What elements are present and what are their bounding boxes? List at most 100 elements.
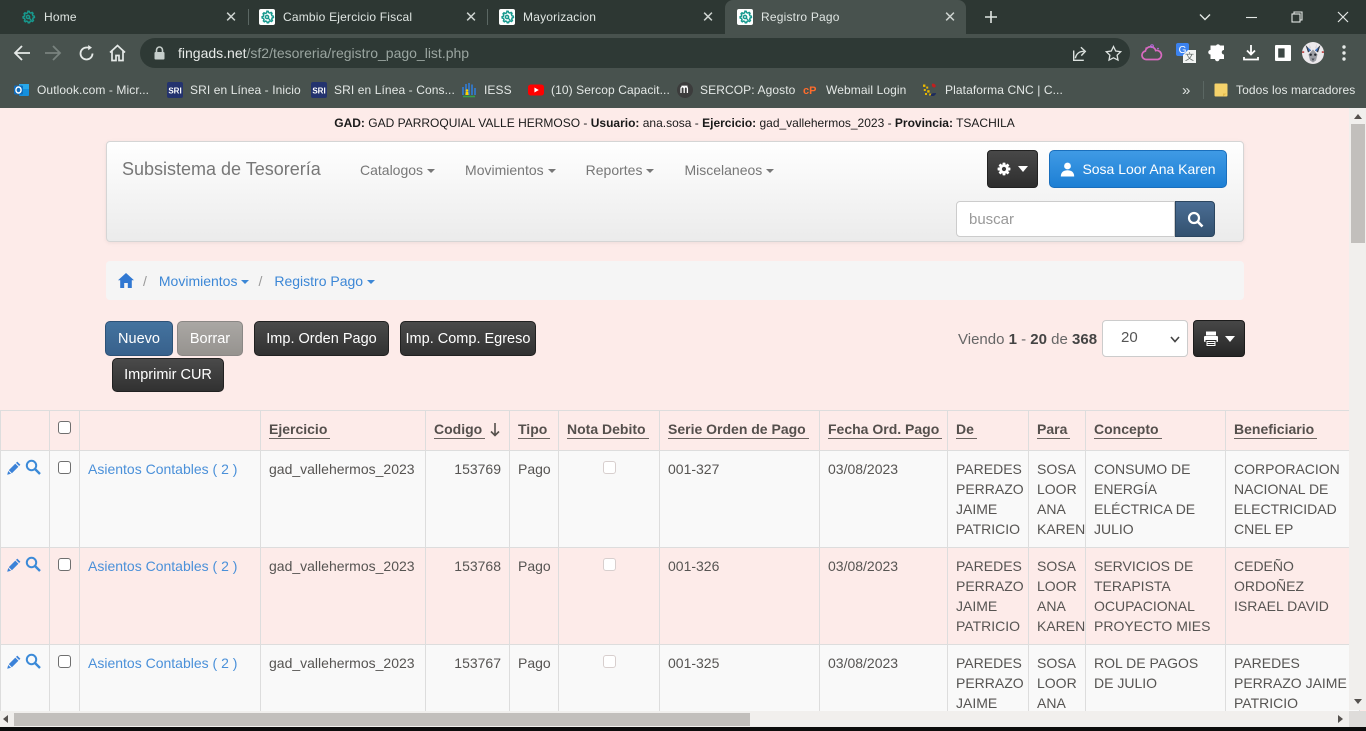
window-close-button[interactable] — [1320, 0, 1366, 34]
col-header-fecha[interactable]: Fecha Ord. Pago — [820, 411, 948, 451]
col-header-codigo[interactable]: Codigo — [426, 411, 510, 451]
col-header-serie[interactable]: Serie Orden de Pago — [660, 411, 820, 451]
address-bar[interactable]: fingads.net/sf2/tesoreria/registro_pago_… — [140, 38, 1130, 68]
view-magnifier-icon[interactable] — [25, 459, 41, 475]
ejercicio-value: gad_vallehermos_2023 - — [756, 116, 895, 130]
scroll-down-arrow[interactable] — [1354, 699, 1362, 704]
bookmark-plataforma-cnc[interactable]: Plataforma CNC | C... — [922, 72, 1063, 108]
horizontal-scrollbar[interactable] — [0, 711, 1349, 727]
bookmark-sri-inicio[interactable]: SRI SRI en Línea - Inicio — [167, 72, 301, 108]
share-icon[interactable] — [1065, 37, 1097, 69]
borrar-button[interactable]: Borrar — [177, 321, 243, 356]
bookmark-sri-consultas[interactable]: SRI SRI en Línea - Cons... — [311, 72, 455, 108]
new-tab-button[interactable] — [977, 3, 1005, 31]
breadcrumb-registro-pago[interactable]: Registro Pago — [274, 273, 375, 289]
search-button[interactable] — [1175, 201, 1215, 237]
window-chevron-button[interactable] — [1182, 0, 1228, 34]
sort-link-ejercicio[interactable]: Ejercicio — [269, 421, 330, 439]
imp-orden-pago-button[interactable]: Imp. Orden Pago — [254, 321, 389, 356]
asientos-contables-link[interactable]: Asientos Contables ( 2 ) — [88, 461, 237, 477]
reload-button[interactable] — [70, 37, 102, 69]
home-button[interactable] — [101, 37, 133, 69]
nav-miscelaneos[interactable]: Miscelaneos — [669, 142, 789, 202]
nota-debito-checkbox[interactable] — [603, 558, 616, 571]
tab-close-icon[interactable]: ✕ — [942, 9, 958, 25]
sort-link-concepto[interactable]: Concepto — [1094, 421, 1162, 439]
breadcrumb-movimientos[interactable]: Movimientos — [159, 273, 250, 289]
tab-close-icon[interactable]: ✕ — [700, 9, 716, 25]
edit-pencil-icon[interactable] — [7, 460, 22, 475]
sidebar-icon[interactable] — [1267, 37, 1299, 69]
asientos-contables-link[interactable]: Asientos Contables ( 2 ) — [88, 558, 237, 574]
row-checkbox[interactable] — [58, 655, 71, 668]
bookmark-sercop-youtube[interactable]: (10) Sercop Capacit... — [528, 72, 670, 108]
browser-menu-icon[interactable] — [1328, 37, 1360, 69]
forward-button[interactable] — [37, 37, 69, 69]
col-header-nota[interactable]: Nota Debito — [559, 411, 660, 451]
nota-debito-checkbox[interactable] — [603, 655, 616, 668]
extensions-puzzle-icon[interactable] — [1202, 37, 1234, 69]
row-checkbox[interactable] — [58, 558, 71, 571]
edit-pencil-icon[interactable] — [7, 654, 22, 669]
tab-close-icon[interactable]: ✕ — [223, 9, 239, 25]
nav-catalogos[interactable]: Catalogos — [345, 142, 450, 202]
profile-avatar[interactable] — [1297, 37, 1329, 69]
sort-link-de[interactable]: De — [956, 421, 977, 439]
sort-link-tipo[interactable]: Tipo — [518, 421, 550, 439]
sort-link-nota[interactable]: Nota Debito — [567, 421, 649, 439]
bookmark-webmail[interactable]: cP Webmail Login — [803, 72, 906, 108]
col-header-ejercicio[interactable]: Ejercicio — [261, 411, 426, 451]
vertical-scroll-thumb[interactable] — [1351, 124, 1365, 243]
edit-pencil-icon[interactable] — [7, 557, 22, 572]
bookmark-outlook[interactable]: Outlook.com - Micr... — [14, 72, 149, 108]
bookmarks-overflow-chevron[interactable]: » — [1182, 72, 1190, 108]
bookmark-star-icon[interactable] — [1097, 37, 1129, 69]
nota-debito-checkbox[interactable] — [603, 461, 616, 474]
nav-movimientos[interactable]: Movimientos — [450, 142, 571, 202]
user-button[interactable]: Sosa Loor Ana Karen — [1049, 150, 1227, 188]
print-button[interactable] — [1193, 320, 1245, 357]
extension-cloud-icon[interactable] — [1136, 37, 1168, 69]
scroll-up-arrow[interactable] — [1354, 114, 1362, 119]
scroll-right-arrow[interactable] — [1338, 715, 1343, 723]
bookmark-sercop-agosto[interactable]: SERCOP: Agosto — [677, 72, 795, 108]
tab-registro-pago[interactable]: Registro Pago ✕ — [725, 0, 966, 34]
imprimir-cur-button[interactable]: Imprimir CUR — [112, 358, 224, 392]
col-header-para[interactable]: Para — [1029, 411, 1086, 451]
home-icon[interactable] — [118, 273, 134, 288]
row-checkbox[interactable] — [58, 461, 71, 474]
sort-link-codigo[interactable]: Codigo — [434, 421, 485, 439]
nav-reportes[interactable]: Reportes — [571, 142, 670, 202]
sort-link-para[interactable]: Para — [1037, 421, 1070, 439]
view-magnifier-icon[interactable] — [25, 653, 41, 669]
window-restore-button[interactable] — [1274, 0, 1320, 34]
downloads-icon[interactable] — [1235, 37, 1267, 69]
asientos-contables-link[interactable]: Asientos Contables ( 2 ) — [88, 655, 237, 671]
tab-cambio-ejercicio[interactable]: Cambio Ejercicio Fiscal ✕ — [249, 0, 487, 34]
tab-mayorizacion[interactable]: Mayorizacion ✕ — [489, 0, 724, 34]
vertical-scrollbar[interactable] — [1349, 108, 1366, 710]
sort-link-serie[interactable]: Serie Orden de Pago — [668, 421, 809, 439]
col-header-de[interactable]: De — [948, 411, 1029, 451]
nuevo-button[interactable]: Nuevo — [105, 321, 173, 356]
tab-home[interactable]: Home ✕ — [8, 0, 247, 34]
window-minimize-button[interactable] — [1228, 0, 1274, 34]
select-all-checkbox[interactable] — [58, 421, 71, 434]
settings-gear-button[interactable] — [987, 150, 1038, 188]
extension-translate-icon[interactable]: G文 — [1170, 37, 1202, 69]
sort-link-beneficiario[interactable]: Beneficiario — [1234, 421, 1317, 439]
tab-close-icon[interactable]: ✕ — [463, 9, 479, 25]
all-bookmarks-folder[interactable]: Todos los marcadores — [1213, 72, 1355, 108]
imp-comp-egreso-button[interactable]: Imp. Comp. Egreso — [400, 321, 536, 356]
col-header-beneficiario[interactable]: Beneficiario — [1226, 411, 1360, 451]
scroll-left-arrow[interactable] — [3, 715, 8, 723]
col-header-concepto[interactable]: Concepto — [1086, 411, 1226, 451]
col-header-tipo[interactable]: Tipo — [510, 411, 559, 451]
sort-link-fecha[interactable]: Fecha Ord. Pago — [828, 421, 942, 439]
bookmark-iess[interactable]: IESS — [461, 72, 512, 108]
back-button[interactable] — [6, 37, 38, 69]
search-input[interactable]: buscar — [956, 201, 1175, 237]
view-magnifier-icon[interactable] — [25, 556, 41, 572]
page-size-select[interactable]: 20 — [1102, 320, 1188, 357]
horizontal-scroll-thumb[interactable] — [14, 713, 750, 726]
